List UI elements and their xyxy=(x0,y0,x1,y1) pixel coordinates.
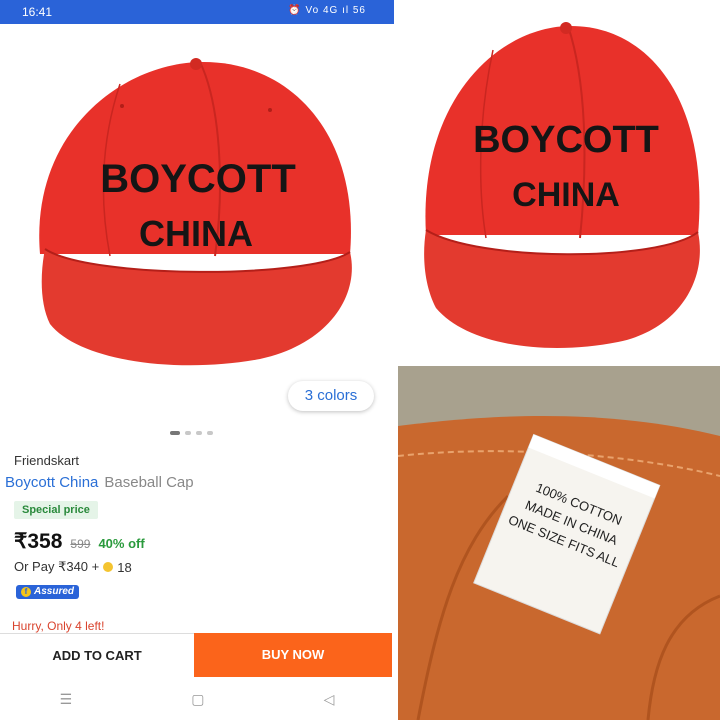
carousel-dots[interactable] xyxy=(170,431,213,435)
status-time: 16:41 xyxy=(22,5,53,19)
system-nav-bar: ☰ ▢ ◁ xyxy=(0,678,394,720)
carousel-dot[interactable] xyxy=(196,431,202,435)
supercoin-icon xyxy=(103,562,114,572)
buy-now-button[interactable]: BUY NOW xyxy=(194,633,392,677)
or-pay-text: Or Pay ₹340 + xyxy=(14,559,100,574)
cap-text-line2: CHINA xyxy=(139,213,253,254)
label-tag-photo: 100% COTTON MADE IN CHINA ONE SIZE FITS … xyxy=(398,366,720,720)
product-title-primary: Boycott China xyxy=(5,474,99,491)
status-bar: 16:41 ⏰ Vo 4G ıl 56 xyxy=(0,0,394,24)
cap-image-secondary: BOYCOTT CHINA xyxy=(424,22,700,349)
stock-warning: Hurry, Only 4 left! xyxy=(12,619,105,633)
assured-label: Assured xyxy=(34,586,75,597)
brand-name: Friendskart xyxy=(14,453,80,468)
cap-image: BOYCOTT CHINA xyxy=(39,58,352,366)
mrp-price: 599 xyxy=(70,537,91,551)
cap-text-line1: BOYCOTT xyxy=(100,157,296,201)
assured-icon: f xyxy=(21,587,31,597)
product-title-secondary: Baseball Cap xyxy=(104,474,194,491)
carousel-dot[interactable] xyxy=(185,431,191,435)
colors-selector-button[interactable]: 3 colors xyxy=(288,381,374,411)
home-square-icon[interactable]: ▢ xyxy=(191,691,204,708)
carousel-dot[interactable] xyxy=(170,431,180,435)
add-to-cart-button[interactable]: ADD TO CART xyxy=(0,633,194,678)
cap2-text-line1: BOYCOTT xyxy=(473,119,659,161)
menu-icon[interactable]: ☰ xyxy=(60,691,73,708)
selling-price: ₹358 xyxy=(14,530,63,553)
supercoin-offer: Or Pay ₹340 + 18 xyxy=(14,559,132,575)
cap2-text-line2: CHINA xyxy=(512,176,620,214)
assured-badge: f Assured xyxy=(16,585,80,599)
carousel-dot[interactable] xyxy=(207,431,213,435)
cap-photo-secondary: BOYCOTT CHINA xyxy=(398,0,720,362)
product-title: Boycott China Baseball Cap xyxy=(5,474,194,491)
product-image[interactable]: BOYCOTT CHINA xyxy=(0,24,394,384)
phone-screenshot: 16:41 ⏰ Vo 4G ıl 56 BOYCOTT CHINA 3 colo… xyxy=(0,0,394,720)
special-price-badge: Special price xyxy=(14,501,98,519)
label-tag-image: 100% COTTON MADE IN CHINA ONE SIZE FITS … xyxy=(398,366,720,720)
discount-label: 40% off xyxy=(98,536,145,551)
price-row: ₹358 599 40% off xyxy=(14,529,145,554)
coin-count: 18 xyxy=(117,559,132,575)
status-icons: ⏰ Vo 4G ıl 56 xyxy=(288,5,366,16)
back-triangle-icon[interactable]: ◁ xyxy=(324,691,335,708)
